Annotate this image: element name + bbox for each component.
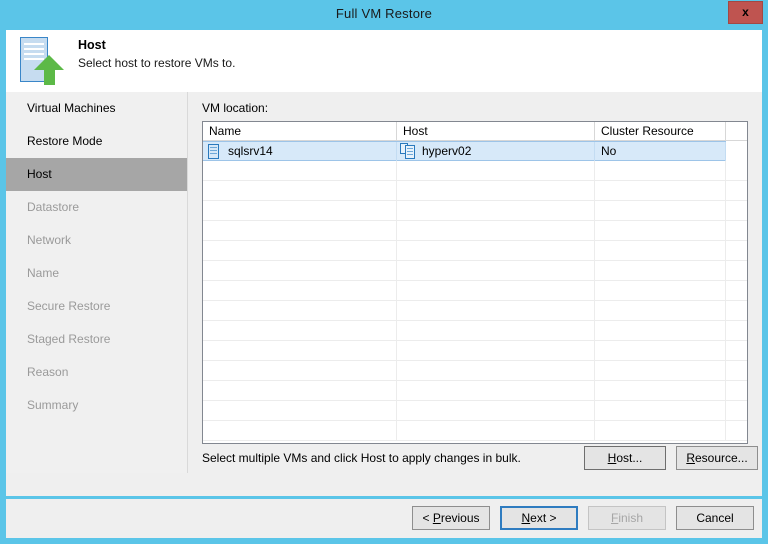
- vm-location-label: VM location:: [202, 101, 268, 115]
- table-row-empty[interactable]: [203, 421, 747, 441]
- sidebar-item-network[interactable]: Network: [6, 224, 187, 257]
- page-title: Host: [78, 38, 106, 52]
- sidebar-item-staged-restore[interactable]: Staged Restore: [6, 323, 187, 356]
- cell-name: sqlsrv14: [203, 142, 397, 161]
- column-header-host[interactable]: Host: [397, 122, 595, 141]
- server-upload-icon: [16, 35, 68, 87]
- cancel-button[interactable]: Cancel: [676, 506, 754, 530]
- page-subtitle: Select host to restore VMs to.: [78, 56, 235, 70]
- table-row-empty[interactable]: [203, 401, 747, 421]
- sidebar-item-secure-restore[interactable]: Secure Restore: [6, 290, 187, 323]
- dialog-body: Virtual Machines Restore Mode Host Datas…: [6, 92, 762, 496]
- table-row-empty[interactable]: [203, 181, 747, 201]
- previous-button[interactable]: < Previous: [412, 506, 490, 530]
- table-row-empty[interactable]: [203, 301, 747, 321]
- table-row-empty[interactable]: [203, 201, 747, 221]
- next-button[interactable]: Next >: [500, 506, 578, 530]
- finish-button: Finish: [588, 506, 666, 530]
- full-vm-restore-dialog: Full VM Restore x Host Select host to re…: [0, 0, 768, 544]
- cell-cluster-resource: No: [595, 142, 726, 161]
- table-row-empty[interactable]: [203, 321, 747, 341]
- cell-host: hyperv02: [397, 142, 595, 161]
- table-row-empty[interactable]: [203, 361, 747, 381]
- cell-host-text: hyperv02: [422, 144, 471, 158]
- table-body: sqlsrv14 hyperv02 No: [203, 141, 747, 443]
- column-header-spacer[interactable]: [726, 122, 747, 141]
- sidebar-item-restore-mode[interactable]: Restore Mode: [6, 125, 187, 158]
- column-header-cluster-resource[interactable]: Cluster Resource: [595, 122, 726, 141]
- vm-icon: [208, 144, 219, 159]
- table-row-empty[interactable]: [203, 161, 747, 181]
- host-button[interactable]: Host...: [584, 446, 666, 470]
- sidebar-item-summary[interactable]: Summary: [6, 389, 187, 422]
- table-row-empty[interactable]: [203, 261, 747, 281]
- bulk-edit-hint: Select multiple VMs and click Host to ap…: [202, 451, 521, 465]
- vm-location-table[interactable]: Name Host Cluster Resource sqlsrv14: [202, 121, 748, 444]
- green-up-arrow-icon: [34, 55, 64, 85]
- table-row-empty[interactable]: [203, 281, 747, 301]
- sidebar-item-datastore[interactable]: Datastore: [6, 191, 187, 224]
- cell-name-text: sqlsrv14: [228, 144, 273, 158]
- table-row-empty[interactable]: [203, 341, 747, 361]
- host-selection-panel: VM location: Name Host Cluster Resource …: [188, 92, 762, 496]
- close-icon[interactable]: x: [728, 1, 763, 24]
- dialog-header: Host Select host to restore VMs to.: [6, 30, 762, 92]
- table-header-row: Name Host Cluster Resource: [203, 122, 747, 141]
- sidebar-item-name[interactable]: Name: [6, 257, 187, 290]
- wizard-steps-sidebar: Virtual Machines Restore Mode Host Datas…: [6, 92, 188, 473]
- cell-spacer: [726, 142, 747, 161]
- sidebar-item-reason[interactable]: Reason: [6, 356, 187, 389]
- table-row-empty[interactable]: [203, 381, 747, 401]
- table-row-empty[interactable]: [203, 221, 747, 241]
- host-server-icon: [400, 143, 417, 160]
- dialog-footer: < Previous Next > Finish Cancel: [6, 499, 762, 538]
- window-title: Full VM Restore: [0, 6, 768, 21]
- resource-button[interactable]: Resource...: [676, 446, 758, 470]
- table-row-empty[interactable]: [203, 241, 747, 261]
- table-row[interactable]: sqlsrv14 hyperv02 No: [203, 141, 726, 161]
- sidebar-item-host[interactable]: Host: [6, 158, 187, 191]
- column-header-name[interactable]: Name: [203, 122, 397, 141]
- sidebar-item-virtual-machines[interactable]: Virtual Machines: [6, 92, 187, 125]
- title-bar: Full VM Restore x: [0, 0, 768, 30]
